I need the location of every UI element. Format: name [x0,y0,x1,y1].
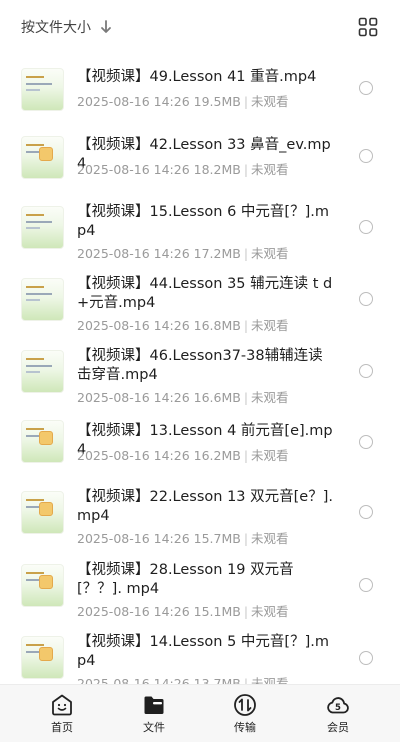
file-size: 19.5MB [193,94,241,109]
video-thumbnail [21,420,64,463]
file-meta: 2025-08-16 14:26 16.2MB | 未观看 [77,448,289,463]
watch-status: 未观看 [251,246,289,261]
video-thumbnail [21,206,64,249]
tab-home[interactable]: 首页 [32,693,92,735]
file-title: 【视频课】22.Lesson 13 双元音[e？]. mp4 [77,489,333,524]
file-meta: 2025-08-16 14:26 16.6MB | 未观看 [77,390,289,405]
sort-label: 按文件大小 [21,20,91,36]
file-row[interactable]: 【视频课】46.Lesson37-38辅辅连读击穿音.mp4 2025-08-1… [0,342,400,414]
file-size: 17.2MB [193,246,241,261]
tab-transfer[interactable]: 传输 [215,693,275,735]
file-title: 【视频课】28.Lesson 19 双元音[？？]. mp4 [77,562,294,597]
file-date: 2025-08-16 14:26 [77,448,190,463]
folder-icon [144,696,164,714]
bottom-tab-bar: 首页 文件 传输 5 会员 [0,684,400,742]
file-meta: 2025-08-16 14:26 15.7MB | 未观看 [77,531,289,546]
arrow-down-icon [101,20,111,33]
file-title: 【视频课】14.Lesson 5 中元音[？].mp4 [77,634,329,669]
vip-cloud-icon: 5 [327,697,349,714]
file-size: 16.8MB [193,318,241,333]
file-meta: 2025-08-16 14:26 18.2MB | 未观看 [77,162,289,177]
watch-status: 未观看 [251,448,289,463]
video-thumbnail [21,68,64,111]
file-row[interactable]: 【视频课】28.Lesson 19 双元音[？？]. mp4 2025-08-1… [0,558,400,630]
svg-text:5: 5 [335,703,341,713]
watch-status: 未观看 [251,531,289,546]
select-radio[interactable] [359,578,373,592]
video-thumbnail [21,564,64,607]
file-row[interactable]: 【视频课】44.Lesson 35 辅元连读 t d +元音.mp4 2025-… [0,270,400,342]
tab-label: 会员 [327,721,349,734]
video-thumbnail [21,491,64,534]
watch-status: 未观看 [251,604,289,619]
file-date: 2025-08-16 14:26 [77,246,190,261]
select-radio[interactable] [359,149,373,163]
file-meta: 2025-08-16 14:26 16.8MB | 未观看 [77,318,289,333]
file-row[interactable]: 【视频课】15.Lesson 6 中元音[？].mp4 2025-08-16 1… [0,198,400,270]
file-date: 2025-08-16 14:26 [77,531,190,546]
tab-vip[interactable]: 5 会员 [308,693,368,735]
tab-label: 文件 [143,721,165,734]
file-row[interactable]: 【视频课】22.Lesson 13 双元音[e？]. mp4 2025-08-1… [0,486,400,558]
select-radio[interactable] [359,220,373,234]
file-date: 2025-08-16 14:26 [77,162,190,177]
select-radio[interactable] [359,81,373,95]
watch-status: 未观看 [251,94,289,109]
top-toolbar: 按文件大小 [0,0,400,54]
file-title: 【视频课】49.Lesson 41 重音.mp4 [77,69,317,85]
video-thumbnail [21,636,64,679]
select-radio[interactable] [359,292,373,306]
select-radio[interactable] [359,435,373,449]
file-meta: 2025-08-16 14:26 19.5MB | 未观看 [77,94,289,109]
file-meta: 2025-08-16 14:26 15.1MB | 未观看 [77,604,289,619]
file-size: 15.7MB [193,531,241,546]
tab-files[interactable]: 文件 [124,693,184,735]
file-row[interactable]: 【视频课】42.Lesson 33 鼻音_ev.mp4 2025-08-16 1… [0,126,400,198]
file-size: 15.1MB [193,604,241,619]
select-radio[interactable] [359,364,373,378]
sort-button[interactable]: 按文件大小 [21,17,113,37]
file-size: 16.2MB [193,448,241,463]
transfer-icon [234,694,256,716]
select-radio[interactable] [359,651,373,665]
select-radio[interactable] [359,505,373,519]
file-meta: 2025-08-16 14:26 17.2MB | 未观看 [77,246,289,261]
file-size: 18.2MB [193,162,241,177]
video-thumbnail [21,136,64,179]
file-date: 2025-08-16 14:26 [77,318,190,333]
file-size: 16.6MB [193,390,241,405]
file-row[interactable]: 【视频课】13.Lesson 4 前元音[e].mp4 2025-08-16 1… [0,414,400,486]
video-thumbnail [21,278,64,321]
watch-status: 未观看 [251,162,289,177]
file-title: 【视频课】44.Lesson 35 辅元连读 t d +元音.mp4 [77,276,333,311]
file-title: 【视频课】15.Lesson 6 中元音[？].mp4 [77,204,329,239]
grid-view-icon[interactable] [358,17,378,37]
tab-label: 传输 [234,721,256,734]
file-date: 2025-08-16 14:26 [77,604,190,619]
tab-label: 首页 [51,721,73,734]
file-row[interactable]: 【视频课】49.Lesson 41 重音.mp4 2025-08-16 14:2… [0,54,400,126]
file-title: 【视频课】46.Lesson37-38辅辅连读击穿音.mp4 [77,348,323,383]
file-date: 2025-08-16 14:26 [77,390,190,405]
video-thumbnail [21,350,64,393]
watch-status: 未观看 [251,390,289,405]
file-date: 2025-08-16 14:26 [77,94,190,109]
watch-status: 未观看 [251,318,289,333]
home-smile-icon [52,694,72,716]
